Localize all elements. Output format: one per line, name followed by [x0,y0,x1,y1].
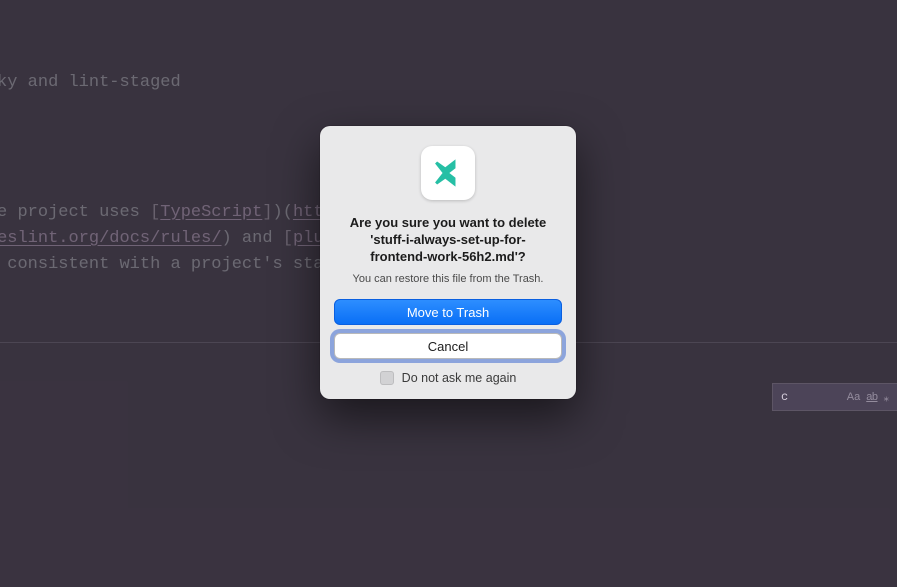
dialog-title: Are you sure you want to delete 'stuff-i… [334,214,562,265]
delete-confirm-dialog: Are you sure you want to delete 'stuff-i… [320,126,576,399]
whole-word-icon[interactable]: ab [866,391,877,403]
vscode-icon [421,146,475,200]
move-to-trash-button[interactable]: Move to Trash [334,299,562,325]
dialog-subtitle: You can restore this file from the Trash… [334,273,562,285]
find-bar[interactable]: c Aa ab ⁎ [772,383,897,411]
regex-icon[interactable]: ⁎ [884,391,890,404]
do-not-ask-label: Do not ask me again [402,371,517,385]
editor-text: tend project: ESLint, Prettier, husky an… [0,73,181,92]
cancel-button[interactable]: Cancel [334,333,562,359]
match-case-icon[interactable]: Aa [847,391,860,403]
do-not-ask-row[interactable]: Do not ask me again [334,371,562,385]
do-not-ask-checkbox[interactable] [380,371,394,385]
find-input[interactable]: c [781,390,841,404]
